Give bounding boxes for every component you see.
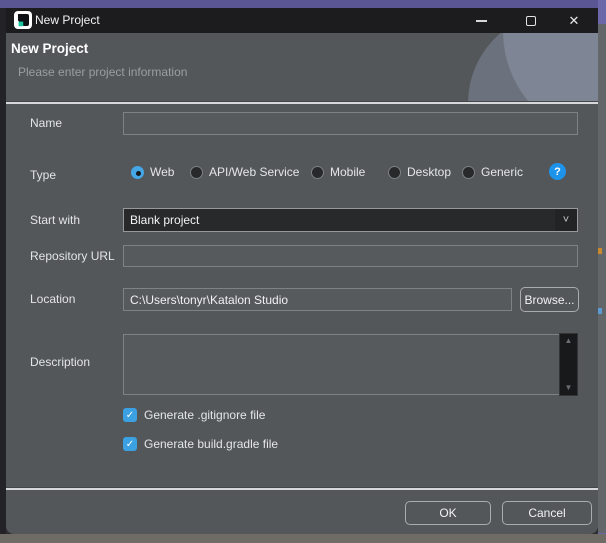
gitignore-checkbox[interactable]: ✓	[123, 408, 137, 422]
description-textarea[interactable]	[123, 334, 559, 395]
titlebar[interactable]: New Project ✕	[6, 8, 598, 33]
radio-generic-label: Generic	[481, 165, 523, 179]
header-separator	[6, 101, 598, 104]
gitignore-checkbox-row[interactable]: ✓ Generate .gitignore file	[123, 408, 265, 422]
radio-desktop[interactable]: Desktop	[388, 165, 451, 179]
scroll-up-icon[interactable]: ▲	[560, 334, 577, 348]
radio-generic-icon	[462, 166, 475, 179]
name-input[interactable]	[123, 112, 578, 135]
minimize-icon	[476, 20, 487, 22]
page-title: New Project	[11, 41, 88, 56]
radio-api-label: API/Web Service	[209, 165, 299, 179]
background-artifact	[598, 248, 602, 254]
gitignore-label: Generate .gitignore file	[144, 408, 265, 422]
description-label: Description	[30, 355, 90, 369]
start-with-label: Start with	[30, 213, 80, 227]
radio-desktop-icon	[388, 166, 401, 179]
radio-web-label: Web	[150, 165, 174, 179]
browse-button[interactable]: Browse...	[520, 287, 579, 312]
cancel-button[interactable]: Cancel	[502, 501, 592, 525]
footer-separator	[6, 487, 598, 490]
radio-api-icon	[190, 166, 203, 179]
header-decoration	[468, 33, 598, 101]
repository-url-input[interactable]	[123, 245, 578, 267]
radio-web[interactable]: Web	[131, 165, 174, 179]
scroll-down-icon[interactable]: ▼	[560, 381, 577, 395]
background-app-top-strip	[0, 0, 606, 8]
background-artifact	[598, 308, 602, 314]
radio-mobile[interactable]: Mobile	[311, 165, 365, 179]
help-icon[interactable]: ?	[549, 163, 566, 180]
dialog-header: New Project Please enter project informa…	[6, 33, 598, 101]
radio-desktop-label: Desktop	[407, 165, 451, 179]
location-input[interactable]	[123, 288, 512, 311]
background-app-right-strip	[598, 0, 606, 543]
type-label: Type	[30, 168, 56, 182]
location-label: Location	[30, 292, 75, 306]
chevron-down-icon[interactable]: ˅	[555, 209, 577, 231]
page-subtitle: Please enter project information	[18, 65, 187, 79]
minimize-button[interactable]	[466, 8, 496, 33]
radio-generic[interactable]: Generic	[462, 165, 523, 179]
radio-web-icon	[131, 166, 144, 179]
radio-mobile-icon	[311, 166, 324, 179]
maximize-icon	[526, 16, 536, 26]
close-button[interactable]: ✕	[557, 8, 591, 33]
ok-button[interactable]: OK	[405, 501, 491, 525]
gradle-checkbox-row[interactable]: ✓ Generate build.gradle file	[123, 437, 278, 451]
repository-url-label: Repository URL	[30, 249, 115, 263]
maximize-button[interactable]	[516, 8, 546, 33]
start-with-dropdown[interactable]: Blank project ˅	[123, 208, 578, 232]
radio-api-web-service[interactable]: API/Web Service	[190, 165, 299, 179]
name-label: Name	[30, 116, 62, 130]
gradle-checkbox[interactable]: ✓	[123, 437, 137, 451]
start-with-value: Blank project	[124, 213, 555, 227]
katalon-app-icon	[14, 11, 32, 29]
background-accent	[598, 0, 606, 24]
new-project-dialog: New Project ✕ New Project Please enter p…	[6, 8, 598, 534]
window-title: New Project	[35, 8, 100, 33]
background-app-bottom-strip	[0, 534, 606, 543]
gradle-label: Generate build.gradle file	[144, 437, 278, 451]
description-scrollbar[interactable]: ▲ ▼	[559, 333, 578, 396]
radio-mobile-label: Mobile	[330, 165, 365, 179]
